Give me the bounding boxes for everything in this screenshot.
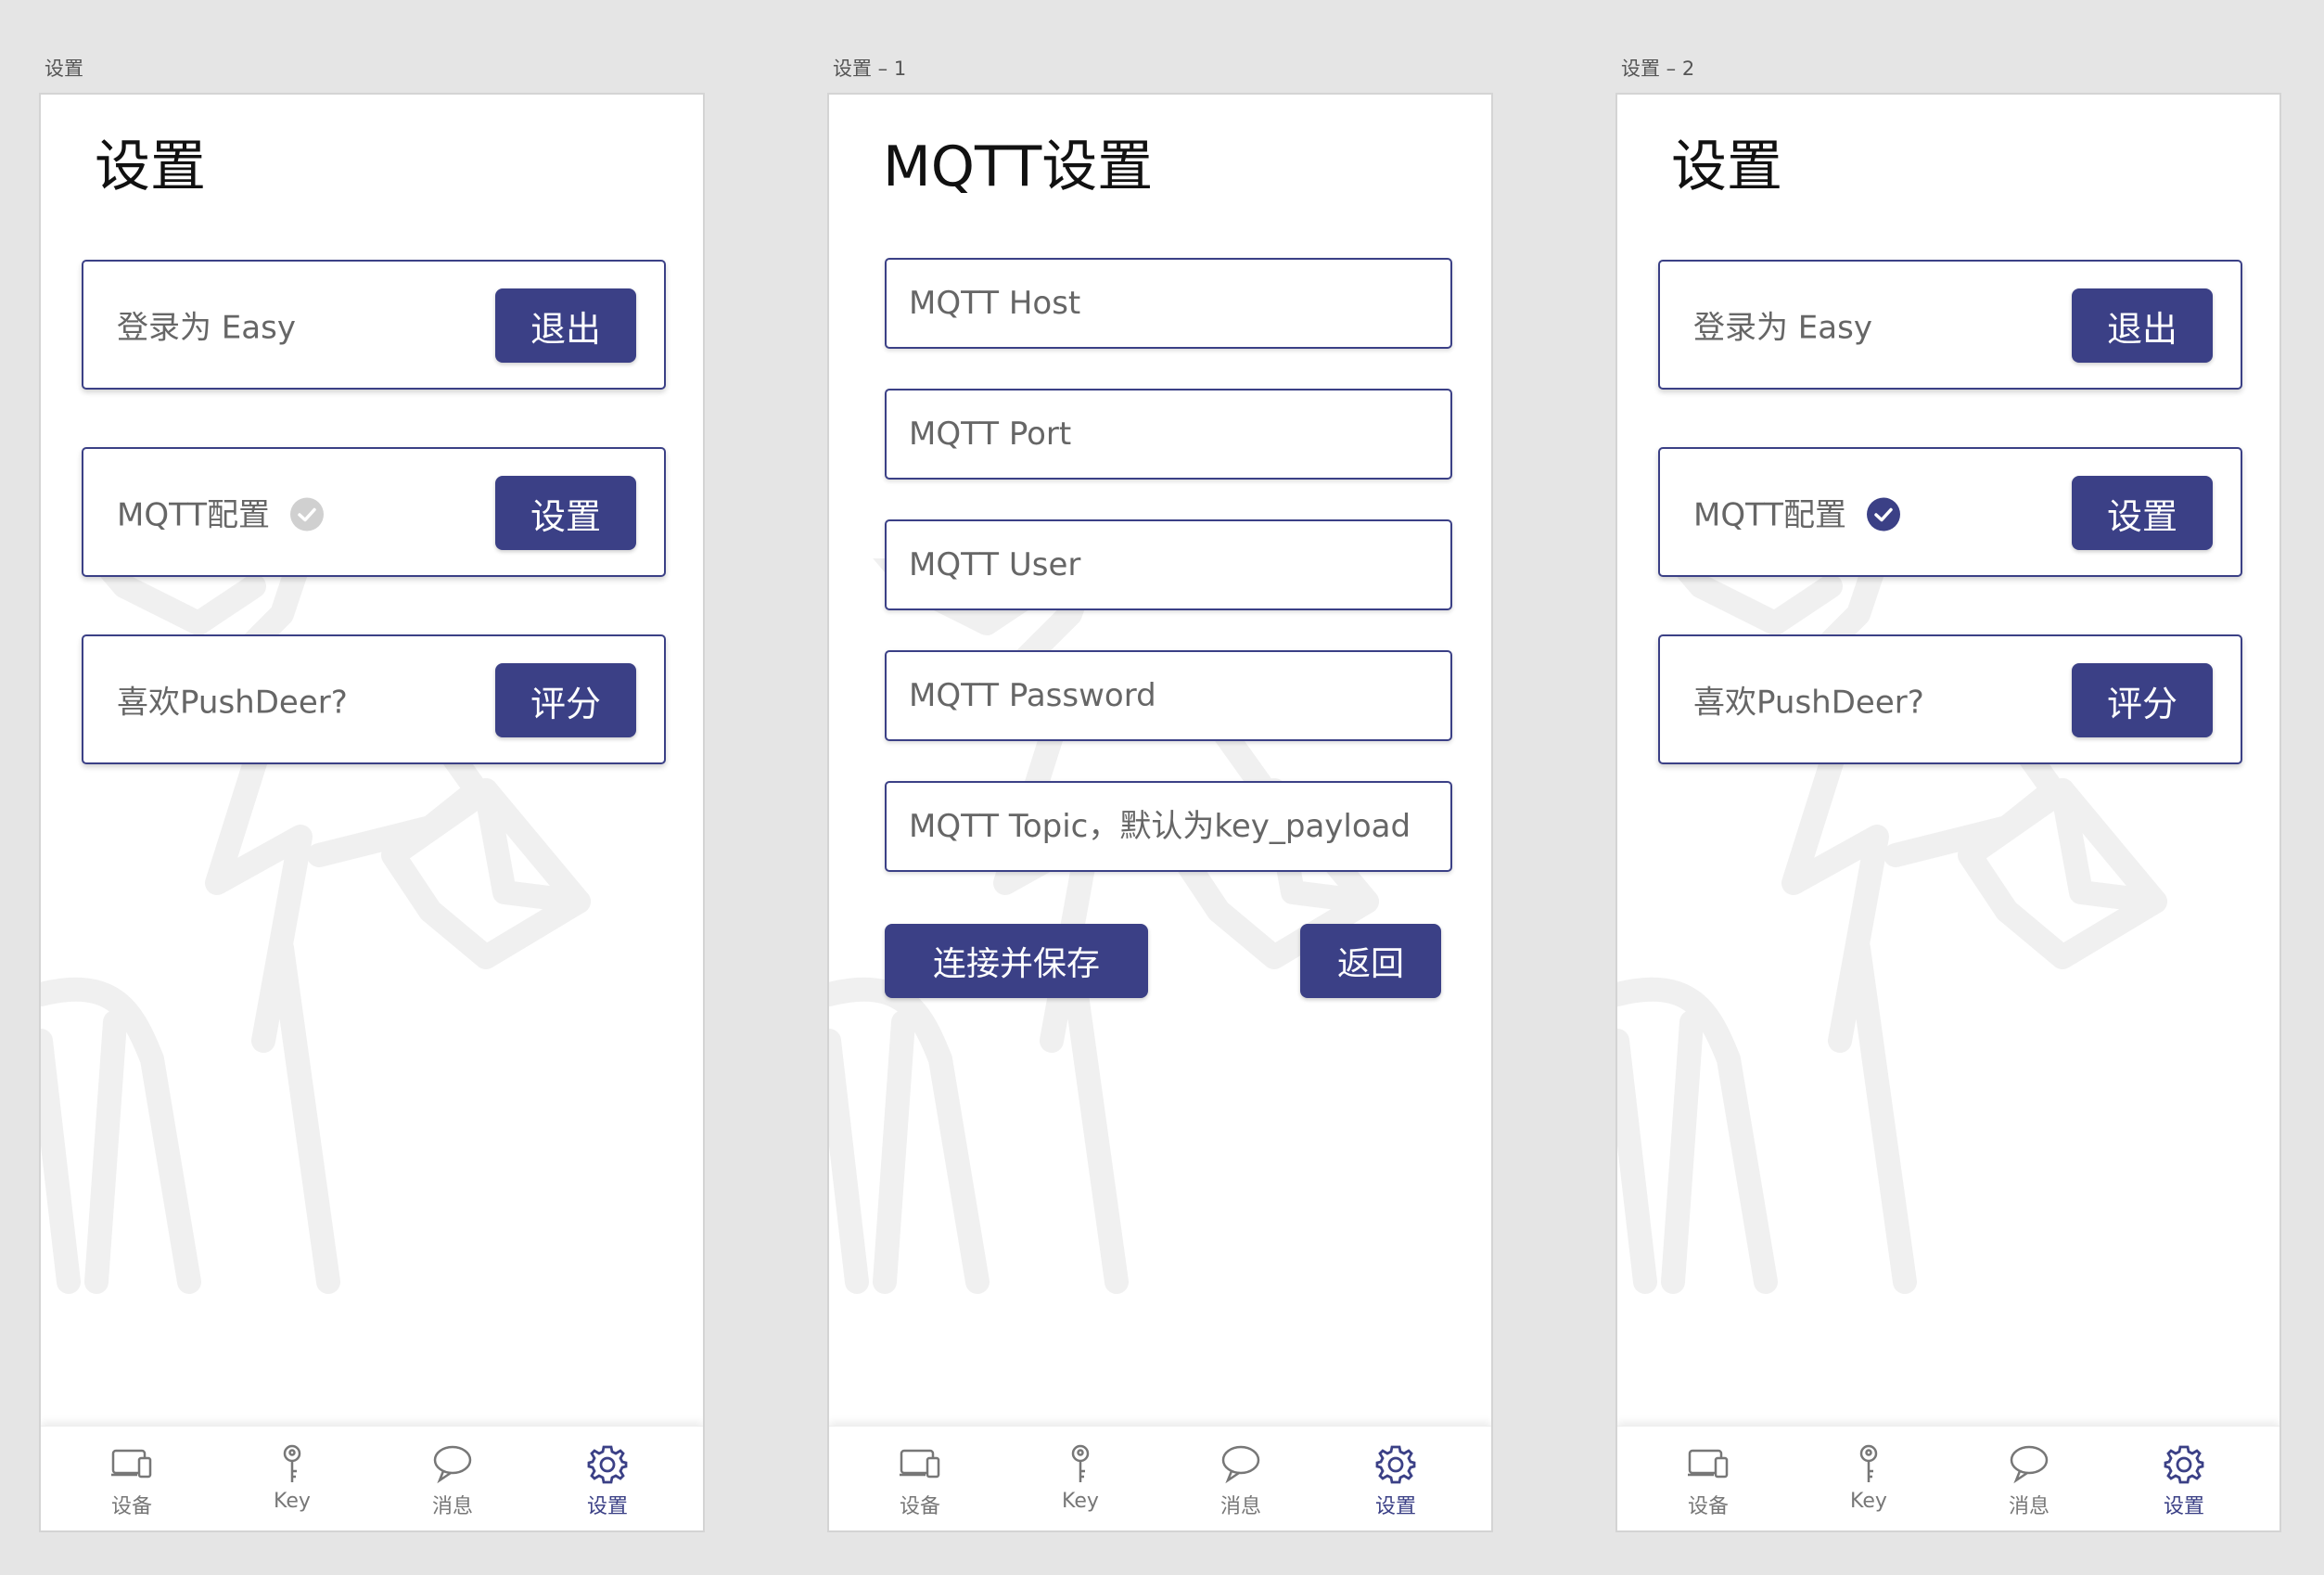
tab-messages-label: 消息 — [1219, 1495, 1261, 1518]
gear-icon — [2164, 1445, 2204, 1484]
mqtt-config-card: MQTT配置 设置 — [82, 447, 666, 577]
mqtt-password-input[interactable] — [887, 652, 1450, 739]
tab-messages[interactable]: 消息 — [1973, 1443, 2085, 1519]
login-label: 登录为 Easy — [117, 309, 296, 347]
key-icon — [283, 1444, 301, 1482]
like-label: 喜欢PushDeer? — [117, 684, 348, 722]
mqtt-port-field — [885, 389, 1452, 480]
mqtt-config-label-row: MQTT配置 — [1693, 490, 1901, 535]
settings-screen: 设置 登录为 Easy 退出 MQTT配置 设置 喜欢PushDeer? 评分 … — [39, 93, 705, 1532]
logout-button[interactable]: 退出 — [495, 288, 636, 363]
artboard-label: 设置 – 2 — [1621, 58, 1695, 80]
devices-icon — [900, 1449, 940, 1479]
rate-card: 喜欢PushDeer? 评分 — [82, 634, 666, 764]
login-card: 登录为 Easy 退出 — [82, 260, 666, 390]
mqtt-config-card: MQTT配置 设置 — [1658, 447, 2242, 577]
back-button[interactable]: 返回 — [1300, 924, 1441, 998]
logout-button[interactable]: 退出 — [2072, 288, 2213, 363]
page-title: MQTT设置 — [883, 134, 1154, 199]
tab-bar: 设备 Key 消息 设置 — [829, 1426, 1491, 1530]
mqtt-user-input[interactable] — [887, 521, 1450, 608]
tab-settings-label: 设置 — [586, 1495, 628, 1518]
rate-card: 喜欢PushDeer? 评分 — [1658, 634, 2242, 764]
tab-key[interactable]: Key — [236, 1443, 348, 1513]
mqtt-settings-button[interactable]: 设置 — [495, 476, 636, 550]
key-icon — [1071, 1444, 1090, 1482]
page-title: 设置 — [95, 134, 206, 199]
devices-icon — [111, 1449, 152, 1479]
tab-key-label: Key — [1062, 1490, 1099, 1513]
tab-bar: 设备 Key 消息 设置 — [1617, 1426, 2279, 1530]
message-bubble-icon — [1221, 1445, 1260, 1484]
tab-messages-label: 消息 — [2008, 1495, 2049, 1518]
check-circle-icon — [1867, 497, 1901, 531]
mqtt-settings-button[interactable]: 设置 — [2072, 476, 2213, 550]
tab-messages-label: 消息 — [431, 1495, 473, 1518]
login-label: 登录为 Easy — [1693, 309, 1872, 347]
tab-settings[interactable]: 设置 — [2128, 1443, 2240, 1519]
settings-screen-configured: 设置 登录为 Easy 退出 MQTT配置 设置 喜欢PushDeer? 评分 … — [1615, 93, 2281, 1532]
message-bubble-icon — [433, 1445, 472, 1484]
tab-key-label: Key — [274, 1490, 311, 1513]
mqtt-port-input[interactable] — [887, 391, 1450, 478]
mqtt-config-label: MQTT配置 — [117, 496, 271, 534]
tab-messages[interactable]: 消息 — [397, 1443, 508, 1519]
rate-button[interactable]: 评分 — [495, 663, 636, 737]
check-circle-icon — [290, 497, 325, 531]
tab-key[interactable]: Key — [1813, 1443, 1924, 1513]
mqtt-topic-input[interactable] — [887, 783, 1450, 870]
tab-devices-label: 设备 — [110, 1495, 152, 1518]
rate-button[interactable]: 评分 — [2072, 663, 2213, 737]
tab-key-label: Key — [1850, 1490, 1887, 1513]
like-label: 喜欢PushDeer? — [1693, 684, 1924, 722]
tab-bar: 设备 Key 消息 设置 — [41, 1426, 703, 1530]
mqtt-config-label-row: MQTT配置 — [117, 490, 325, 535]
artboard-label: 设置 – 1 — [833, 58, 907, 80]
artboard-label: 设置 — [45, 58, 83, 80]
connect-save-button[interactable]: 连接并保存 — [885, 924, 1148, 998]
page-title: 设置 — [1671, 134, 1782, 199]
mqtt-host-field — [885, 258, 1452, 349]
mqtt-topic-field — [885, 781, 1452, 872]
tab-messages[interactable]: 消息 — [1185, 1443, 1296, 1519]
tab-devices-label: 设备 — [899, 1495, 940, 1518]
mqtt-user-field — [885, 519, 1452, 610]
tab-devices[interactable]: 设备 — [1653, 1443, 1764, 1519]
tab-devices[interactable]: 设备 — [864, 1443, 976, 1519]
key-icon — [1859, 1444, 1878, 1482]
gear-icon — [1375, 1445, 1416, 1484]
tab-settings-label: 设置 — [2163, 1495, 2204, 1518]
tab-devices[interactable]: 设备 — [76, 1443, 187, 1519]
mqtt-settings-screen: MQTT设置 连接并保存 返回 设备 Key 消息 设置 — [827, 93, 1493, 1532]
mqtt-host-input[interactable] — [887, 260, 1450, 347]
mqtt-config-label: MQTT配置 — [1693, 496, 1847, 534]
tab-settings-label: 设置 — [1374, 1495, 1416, 1518]
tab-settings[interactable]: 设置 — [552, 1443, 663, 1519]
devices-icon — [1688, 1449, 1729, 1479]
message-bubble-icon — [2010, 1445, 2049, 1484]
login-card: 登录为 Easy 退出 — [1658, 260, 2242, 390]
gear-icon — [587, 1445, 628, 1484]
tab-key[interactable]: Key — [1025, 1443, 1136, 1513]
tab-settings[interactable]: 设置 — [1340, 1443, 1451, 1519]
tab-devices-label: 设备 — [1687, 1495, 1729, 1518]
mqtt-password-field — [885, 650, 1452, 741]
